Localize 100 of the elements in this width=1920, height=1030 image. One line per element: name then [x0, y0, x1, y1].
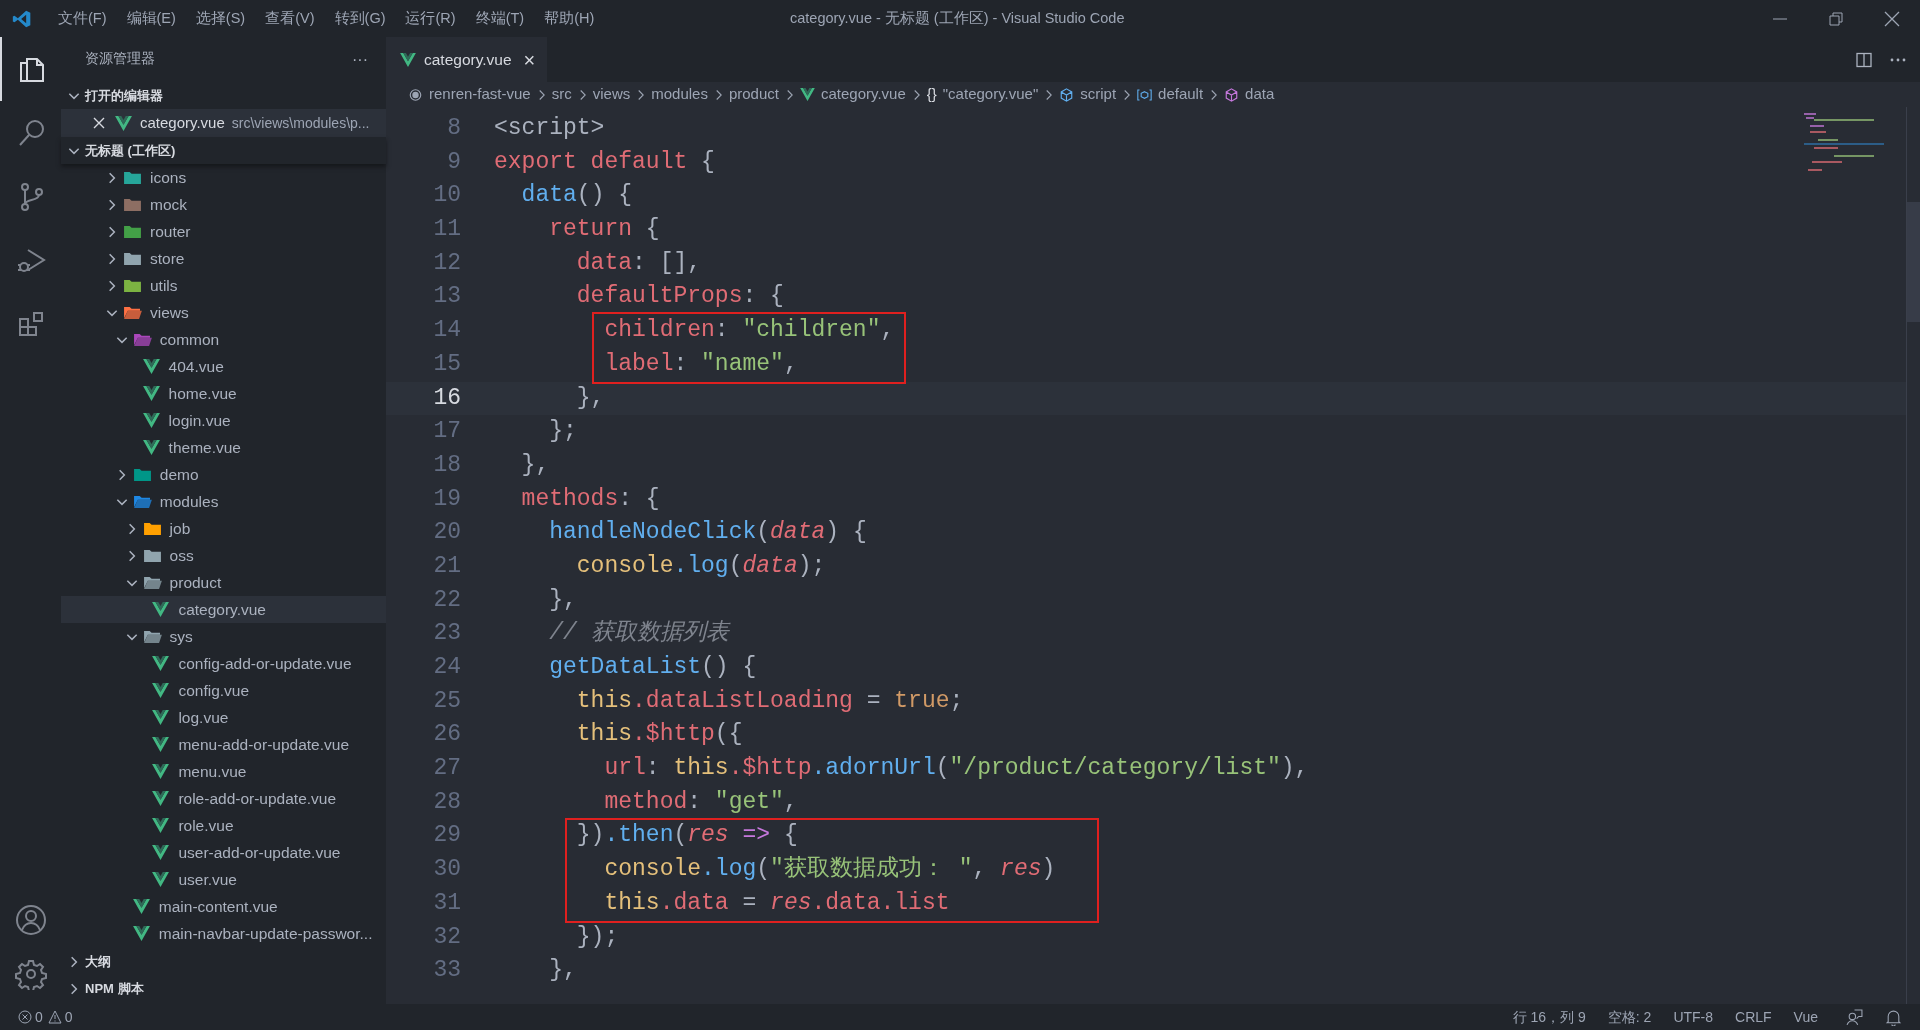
- line-number: 10: [432, 181, 461, 211]
- file-name[interactable]: main-navbar-update-passwor...: [158, 921, 373, 946]
- split-editor-icon[interactable]: [1856, 51, 1872, 68]
- menu-item[interactable]: 帮助(H): [536, 7, 603, 30]
- line-number: 19: [432, 484, 461, 514]
- file-name[interactable]: log.vue: [178, 705, 229, 730]
- code-line: label: "name",: [603, 349, 798, 379]
- file-name[interactable]: theme.vue: [168, 435, 241, 460]
- folder-name[interactable]: mock: [150, 192, 188, 217]
- vue-file-icon: [132, 926, 150, 941]
- folder-name[interactable]: demo: [159, 462, 199, 487]
- section-header[interactable]: 打开的编辑器: [85, 85, 163, 106]
- more-actions-button[interactable]: ···: [352, 47, 368, 72]
- code-line: },: [575, 383, 605, 413]
- folder-name[interactable]: store: [150, 246, 185, 271]
- menu-item[interactable]: 查看(V): [257, 7, 323, 30]
- line-number: 15: [432, 349, 461, 379]
- file-name[interactable]: menu-add-or-update.vue: [178, 732, 349, 757]
- sidebar-title: 资源管理器: [85, 50, 155, 69]
- folder-name[interactable]: modules: [159, 489, 219, 514]
- line-number: 29: [432, 821, 461, 851]
- menu-item[interactable]: 选择(S): [187, 7, 254, 30]
- folder-name[interactable]: common: [159, 327, 220, 352]
- breadcrumb-item[interactable]: data: [1224, 83, 1275, 106]
- status-item[interactable]: UTF-8: [1673, 1006, 1714, 1028]
- code-line: },: [520, 450, 550, 480]
- folder-name[interactable]: oss: [169, 543, 194, 568]
- file-name[interactable]: config-add-or-update.vue: [178, 651, 352, 676]
- folder-name[interactable]: job: [169, 516, 191, 541]
- minimize-icon: [1773, 17, 1787, 20]
- braces-icon: {}: [926, 83, 937, 106]
- breadcrumb-item[interactable]: modules: [651, 83, 708, 106]
- breadcrumb-item[interactable]: category.vue: [800, 83, 906, 106]
- file-name[interactable]: config.vue: [178, 678, 250, 703]
- vue-file-icon: [142, 386, 160, 401]
- menu-item[interactable]: 文件(F): [50, 7, 115, 30]
- status-item[interactable]: 空格: 2: [1607, 1006, 1652, 1028]
- menu-item[interactable]: 终端(T): [467, 7, 533, 30]
- folder-name[interactable]: icons: [150, 165, 187, 190]
- breadcrumb-item[interactable]: product: [728, 83, 779, 106]
- folder-name[interactable]: sys: [169, 624, 193, 649]
- folder-name[interactable]: utils: [150, 273, 178, 298]
- feedback-icon[interactable]: [1846, 1008, 1863, 1026]
- status-item[interactable]: 行 16，列 9: [1512, 1006, 1586, 1028]
- code-line: defaultProps: {: [575, 282, 784, 312]
- breadcrumb-item[interactable]: default: [1137, 83, 1204, 106]
- file-name[interactable]: main-content.vue: [158, 894, 278, 919]
- vue-file-icon: [152, 710, 170, 725]
- file-name[interactable]: user-add-or-update.vue: [178, 840, 341, 865]
- editor-tab[interactable]: category.vue ×: [386, 37, 548, 82]
- folder-name[interactable]: product: [169, 570, 222, 595]
- status-item[interactable]: CRLF: [1735, 1006, 1772, 1028]
- close-tab-button[interactable]: ×: [523, 44, 536, 75]
- file-name[interactable]: 404.vue: [168, 354, 224, 379]
- file-name[interactable]: login.vue: [168, 408, 231, 433]
- file-name[interactable]: role-add-or-update.vue: [178, 786, 337, 811]
- file-name[interactable]: menu.vue: [178, 759, 247, 784]
- menu-item[interactable]: 编辑(E): [118, 7, 184, 30]
- line-number: 14: [432, 316, 461, 346]
- target-icon: [408, 87, 423, 102]
- file-name[interactable]: role.vue: [178, 813, 234, 838]
- open-editor-item[interactable]: category.vue: [140, 111, 225, 135]
- code-line: getDataList() {: [548, 653, 757, 682]
- warning-icon: [47, 1010, 62, 1024]
- menu-item[interactable]: 转到(G): [326, 7, 394, 30]
- code-line: };: [548, 417, 577, 447]
- section-header[interactable]: NPM 脚本: [85, 978, 144, 999]
- close-icon: [1884, 10, 1900, 27]
- file-path: src\views\modules\p...: [231, 113, 370, 133]
- folder-name[interactable]: views: [150, 300, 189, 325]
- breadcrumb-item[interactable]: renren-fast-vue: [408, 83, 531, 106]
- close-icon[interactable]: [93, 117, 105, 129]
- chevron-right-icon: [636, 88, 646, 101]
- breadcrumb-item[interactable]: {} "category.vue": [926, 83, 1039, 106]
- notifications-icon[interactable]: [1885, 1008, 1902, 1026]
- more-icon[interactable]: [1890, 57, 1906, 62]
- vue-file-icon: [152, 683, 170, 698]
- section-header[interactable]: 大纲: [85, 951, 111, 972]
- folder-name[interactable]: router: [150, 219, 191, 244]
- line-number: 33: [432, 956, 461, 986]
- breadcrumb-item[interactable]: src: [551, 83, 572, 106]
- vue-file-icon: [400, 52, 416, 67]
- settings-icon[interactable]: [14, 958, 47, 990]
- window-title: category.vue - 无标题 (工作区) - Visual Studio Code: [790, 8, 1125, 28]
- status-item[interactable]: Vue: [1793, 1006, 1818, 1028]
- file-name[interactable]: home.vue: [168, 381, 237, 406]
- file-name[interactable]: user.vue: [178, 867, 237, 892]
- breadcrumb-item[interactable]: views: [592, 83, 631, 106]
- account-icon[interactable]: [14, 904, 47, 936]
- line-number: 8: [446, 114, 461, 143]
- code-line: url: this.$http.adornUrl("/product/category/list"),: [603, 754, 1309, 784]
- breadcrumb-item[interactable]: script: [1059, 83, 1117, 106]
- menu-item[interactable]: 运行(R): [397, 7, 464, 30]
- line-number: 30: [432, 855, 461, 885]
- vue-file-icon: [132, 899, 150, 914]
- section-header[interactable]: 无标题 (工作区): [85, 140, 176, 161]
- problems-button[interactable]: 0 0: [18, 1006, 73, 1028]
- line-number: 24: [432, 653, 461, 682]
- vue-file-icon: [152, 845, 170, 860]
- code-line: this.dataListLoading = true;: [575, 686, 964, 716]
